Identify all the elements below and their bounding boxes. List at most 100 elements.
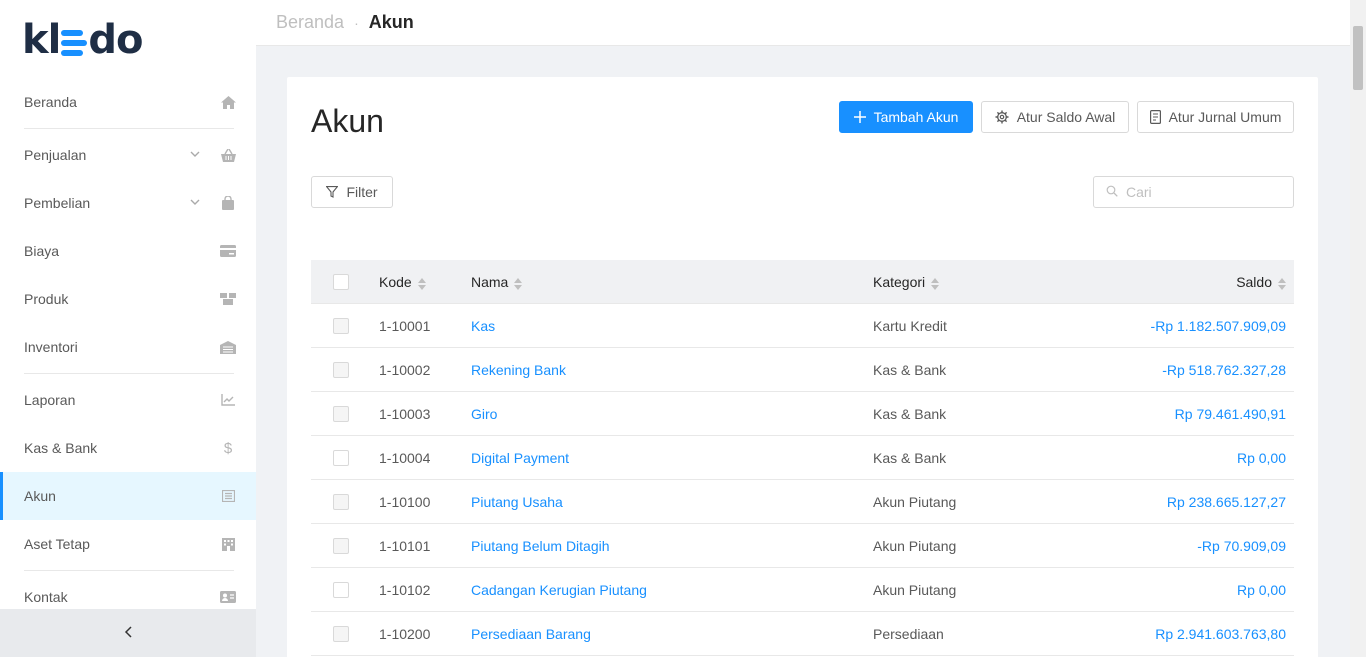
- sidebar-item-label: Aset Tetap: [24, 536, 90, 552]
- table-row[interactable]: 1-10101 Piutang Belum Ditagih Akun Piuta…: [311, 524, 1294, 568]
- sidebar-item-laporan[interactable]: Laporan: [0, 376, 256, 424]
- row-checkbox[interactable]: [333, 317, 349, 334]
- breadcrumb-current: Akun: [368, 12, 414, 32]
- bag-icon: [220, 195, 236, 211]
- dollar-icon: $: [223, 439, 233, 457]
- account-category: Kartu Kredit: [873, 317, 947, 334]
- sidebar-item-akun[interactable]: Akun: [0, 472, 256, 520]
- add-account-button[interactable]: Tambah Akun: [839, 101, 973, 133]
- row-checkbox[interactable]: [333, 581, 349, 598]
- kledo-logo[interactable]: kl do: [22, 17, 143, 63]
- building-icon: [220, 536, 236, 552]
- main-card: Akun Tambah Akun Atur Saldo Awal Atur Ju…: [287, 77, 1318, 657]
- sort-icon: [417, 277, 426, 290]
- account-name-link[interactable]: Kas: [471, 318, 873, 334]
- account-name-link[interactable]: Giro: [471, 406, 873, 422]
- scrollbar-thumb[interactable]: [1353, 26, 1363, 90]
- account-balance-link[interactable]: -Rp 518.762.327,28: [1133, 362, 1294, 378]
- sort-icon: [514, 277, 523, 290]
- sidebar-item-label: Kas & Bank: [24, 440, 98, 456]
- filter-icon: [326, 186, 339, 198]
- sidebar-nav: Beranda Penjualan Pembelian Biaya Produk…: [0, 78, 256, 621]
- account-name-link[interactable]: Rekening Bank: [471, 362, 873, 378]
- column-header-kode[interactable]: Kode: [379, 274, 471, 290]
- table-row[interactable]: 1-10200 Persediaan Barang Persediaan Rp …: [311, 612, 1294, 656]
- sidebar-item-label: Pembelian: [24, 195, 91, 211]
- sidebar-item-label: Kontak: [24, 589, 68, 605]
- page-scrollbar[interactable]: [1350, 0, 1366, 657]
- account-balance-link[interactable]: Rp 79.461.490,91: [1133, 406, 1294, 422]
- sidebar-item-penjualan[interactable]: Penjualan: [0, 131, 256, 179]
- account-balance-link[interactable]: Rp 2.941.603.763,80: [1133, 626, 1294, 642]
- row-checkbox[interactable]: [333, 537, 349, 554]
- table-row[interactable]: 1-10001 Kas Kartu Kredit -Rp 1.182.507.9…: [311, 304, 1294, 348]
- sidebar-collapse-button[interactable]: [0, 609, 256, 657]
- column-header-kategori[interactable]: Kategori: [873, 274, 1133, 290]
- set-opening-balance-label: Atur Saldo Awal: [1016, 109, 1116, 125]
- list-icon: [220, 488, 236, 504]
- row-checkbox[interactable]: [333, 493, 349, 510]
- filter-button[interactable]: Filter: [311, 176, 393, 208]
- chevron-left-icon: [124, 625, 132, 641]
- sidebar-item-biaya[interactable]: Biaya: [0, 227, 256, 275]
- account-name-link[interactable]: Persediaan Barang: [471, 626, 873, 642]
- gear-icon: [995, 110, 1009, 124]
- row-checkbox-cell: [311, 493, 379, 510]
- account-balance-link[interactable]: -Rp 1.182.507.909,09: [1133, 318, 1294, 334]
- breadcrumb-home-link[interactable]: Beranda: [276, 12, 344, 33]
- row-checkbox-cell: [311, 449, 379, 466]
- chevron-down-icon: [190, 197, 202, 209]
- search-input[interactable]: [1126, 184, 1286, 200]
- account-category: Kas & Bank: [873, 405, 947, 422]
- header-checkbox-cell: [311, 273, 379, 290]
- table-row[interactable]: 1-10102 Cadangan Kerugian Piutang Akun P…: [311, 568, 1294, 612]
- column-header-nama[interactable]: Nama: [471, 274, 873, 290]
- row-checkbox-cell: [311, 537, 379, 554]
- sidebar-item-beranda[interactable]: Beranda: [0, 78, 256, 126]
- filter-label: Filter: [346, 184, 378, 200]
- account-balance-link[interactable]: -Rp 70.909,09: [1133, 538, 1294, 554]
- row-checkbox[interactable]: [333, 449, 349, 466]
- search-field[interactable]: [1093, 176, 1294, 208]
- set-opening-balance-button[interactable]: Atur Saldo Awal: [981, 101, 1129, 133]
- table-row[interactable]: 1-10003 Giro Kas & Bank Rp 79.461.490,91: [311, 392, 1294, 436]
- document-icon: [1149, 110, 1161, 124]
- sidebar-item-pembelian[interactable]: Pembelian: [0, 179, 256, 227]
- nav-divider: [24, 570, 234, 571]
- column-header-saldo[interactable]: Saldo: [1133, 274, 1294, 290]
- account-balance-link[interactable]: Rp 0,00: [1133, 450, 1294, 466]
- row-checkbox[interactable]: [333, 361, 349, 378]
- logo-text-right: do: [88, 17, 143, 63]
- sidebar: kl do Beranda Penjualan Pembelian Biaya …: [0, 0, 256, 657]
- sidebar-item-produk[interactable]: Produk: [0, 275, 256, 323]
- sort-icon: [1278, 277, 1286, 290]
- home-icon: [220, 94, 236, 110]
- account-code: 1-10004: [379, 449, 431, 466]
- basket-icon: [220, 147, 236, 163]
- table-row[interactable]: 1-10002 Rekening Bank Kas & Bank -Rp 518…: [311, 348, 1294, 392]
- column-header-label: Saldo: [1236, 273, 1272, 290]
- row-checkbox[interactable]: [333, 405, 349, 422]
- breadcrumb: Beranda · Akun: [256, 0, 1350, 46]
- row-checkbox-cell: [311, 317, 379, 334]
- account-balance-link[interactable]: Rp 238.665.127,27: [1133, 494, 1294, 510]
- row-checkbox[interactable]: [333, 625, 349, 642]
- sidebar-item-kas-bank[interactable]: Kas & Bank $: [0, 424, 256, 472]
- account-name-link[interactable]: Piutang Usaha: [471, 494, 873, 510]
- contact-card-icon: [220, 589, 236, 605]
- account-category: Akun Piutang: [873, 537, 957, 554]
- sidebar-item-label: Laporan: [24, 392, 76, 408]
- table-row[interactable]: 1-10100 Piutang Usaha Akun Piutang Rp 23…: [311, 480, 1294, 524]
- account-name-link[interactable]: Digital Payment: [471, 450, 873, 466]
- sidebar-item-label: Akun: [24, 488, 56, 504]
- account-category: Akun Piutang: [873, 493, 957, 510]
- account-balance-link[interactable]: Rp 0,00: [1133, 582, 1294, 598]
- set-general-journal-button[interactable]: Atur Jurnal Umum: [1137, 101, 1294, 133]
- account-name-link[interactable]: Cadangan Kerugian Piutang: [471, 582, 873, 598]
- table-row[interactable]: 1-10004 Digital Payment Kas & Bank Rp 0,…: [311, 436, 1294, 480]
- sidebar-item-inventori[interactable]: Inventori: [0, 323, 256, 371]
- sidebar-item-label: Beranda: [24, 94, 77, 110]
- select-all-checkbox[interactable]: [333, 273, 349, 290]
- sidebar-item-aset-tetap[interactable]: Aset Tetap: [0, 520, 256, 568]
- account-name-link[interactable]: Piutang Belum Ditagih: [471, 538, 873, 554]
